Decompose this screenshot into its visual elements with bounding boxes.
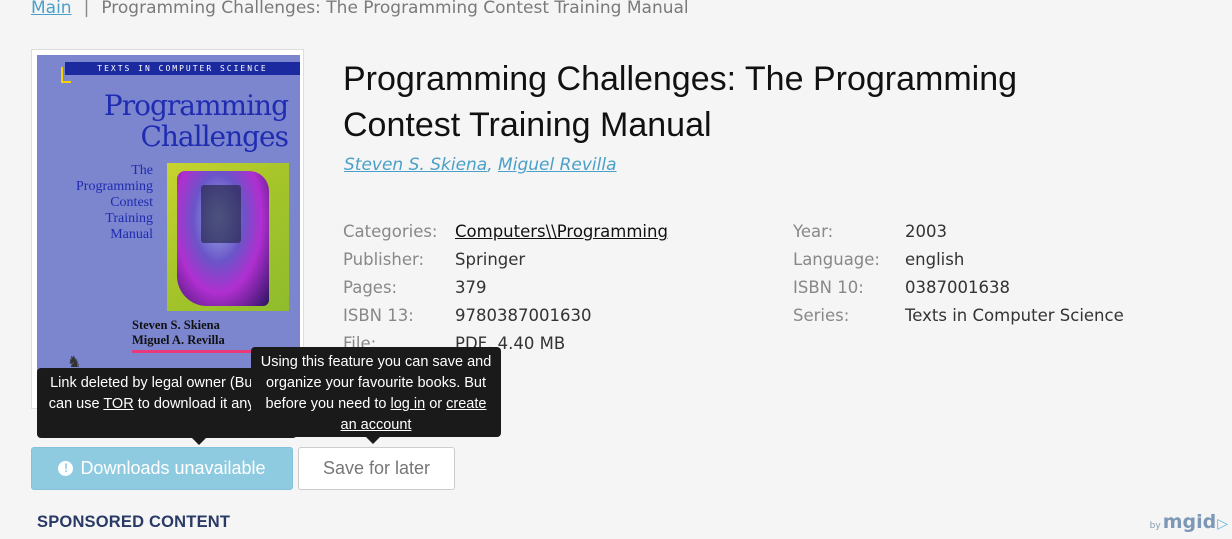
downloads-unavailable-button[interactable]: ! Downloads unavailable <box>31 447 293 490</box>
save-button-label: Save for later <box>322 458 431 478</box>
detail-label: Categories: <box>343 222 438 241</box>
breadcrumb-home-link[interactable]: Main <box>31 0 72 18</box>
detail-value: 379 <box>455 278 487 297</box>
cover-subtitle-line: The <box>131 163 153 178</box>
detail-label: ISBN 13: <box>343 306 414 325</box>
author-separator: , <box>487 155 499 175</box>
mgid-brand-text: mgid <box>1162 511 1217 533</box>
cover-artwork <box>167 163 289 311</box>
exclamation-circle-icon: ! <box>58 461 74 476</box>
breadcrumb-current: Programming Challenges: The Programming … <box>101 0 689 18</box>
tooltip-text: or <box>425 396 447 412</box>
mgid-by-text: by <box>1149 521 1161 531</box>
cover-title-line: Challenges <box>140 120 289 153</box>
download-button-label: Downloads unavailable <box>80 458 266 478</box>
cover-authors: Steven S. Skiena Miguel A. Revilla <box>132 318 225 348</box>
detail-label: Publisher: <box>343 250 425 269</box>
author-link[interactable]: Steven S. Skiena <box>344 155 487 175</box>
cover-series-label: TEXTS IN COMPUTER SCIENCE <box>65 62 300 75</box>
cover-subtitle-line: Programming <box>76 179 153 194</box>
cover-subtitle-line: Manual <box>110 227 153 242</box>
mgid-play-icon: ▷ <box>1217 516 1228 532</box>
category-link[interactable]: Computers\\Programming <box>455 222 668 241</box>
detail-value: 0387001638 <box>905 278 1010 297</box>
cover-subtitle: The Programming Contest Training Manual <box>61 163 153 243</box>
cover-author: Steven S. Skiena <box>132 318 220 332</box>
tor-link[interactable]: TOR <box>103 396 133 412</box>
detail-value: Springer <box>455 250 526 269</box>
login-link[interactable]: log in <box>391 396 426 412</box>
cover-subtitle-line: Contest <box>110 195 153 210</box>
save-tooltip: Using this feature you can save and orga… <box>251 347 501 444</box>
cover-subtitle-line: Training <box>105 211 153 226</box>
author-link[interactable]: Miguel Revilla <box>498 155 616 175</box>
detail-value: 2003 <box>905 222 947 241</box>
cover-title-line: Programming <box>103 89 289 122</box>
detail-label: Language: <box>793 250 880 269</box>
detail-label: ISBN 10: <box>793 278 864 297</box>
detail-label: Series: <box>793 306 850 325</box>
save-for-later-button[interactable]: Save for later <box>298 447 455 490</box>
book-title: Programming Challenges: The Programming … <box>343 60 1018 144</box>
detail-value: english <box>905 250 965 269</box>
detail-value: 9780387001630 <box>455 306 592 325</box>
cover-title: Programming Challenges <box>103 89 289 153</box>
detail-label: Pages: <box>343 278 398 297</box>
mgid-logo[interactable]: by mgid ▷ <box>1150 511 1228 533</box>
breadcrumb-separator: | <box>83 0 90 18</box>
cover-author: Miguel A. Revilla <box>132 333 225 347</box>
breadcrumb: Main | Programming Challenges: The Program… <box>31 0 689 18</box>
detail-label: Year: <box>793 222 834 241</box>
sponsored-content-heading: SPONSORED CONTENT <box>37 513 231 531</box>
book-authors: Steven S. Skiena, Miguel Revilla <box>344 155 617 175</box>
detail-value: Texts in Computer Science <box>905 306 1124 325</box>
